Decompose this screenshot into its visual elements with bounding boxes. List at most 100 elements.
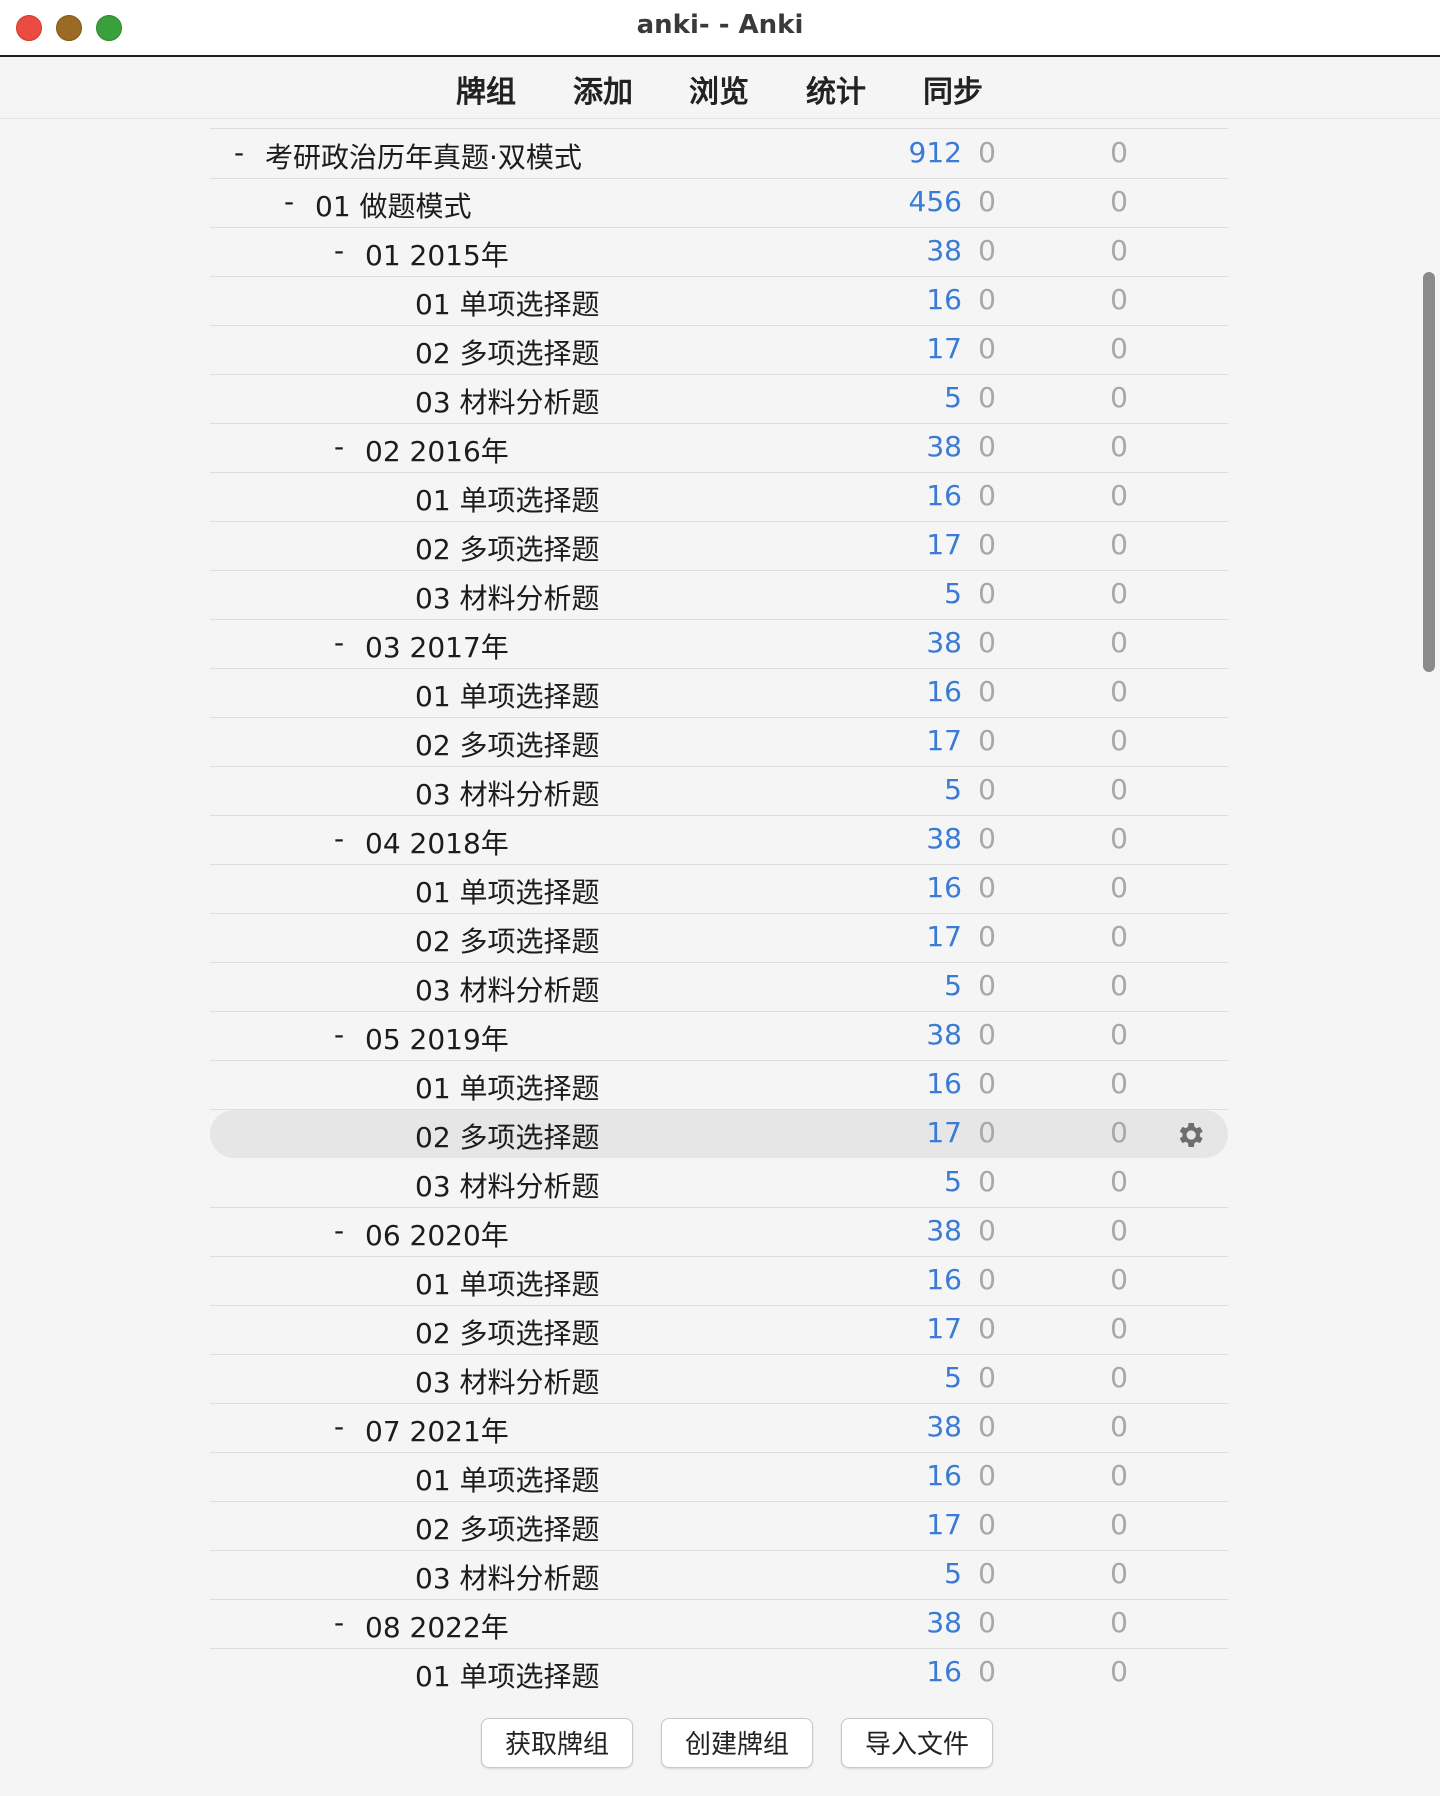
deck-row[interactable]: 02 多项选择题 17 0 0 bbox=[210, 718, 1228, 767]
import-file-button[interactable]: 导入文件 bbox=[841, 1718, 993, 1768]
collapse-toggle[interactable]: - bbox=[334, 1214, 344, 1247]
deck-list: - 考研政治历年真题·双模式 912 0 0-01 做题模式 456 0 0-01 2015年… bbox=[0, 118, 1400, 1690]
deck-name[interactable]: 02 2016年 bbox=[365, 430, 509, 470]
deck-name[interactable]: 01 单项选择题 bbox=[415, 675, 600, 715]
deck-row[interactable]: - 考研政治历年真题·双模式 912 0 0 bbox=[210, 130, 1228, 179]
due-count: 0 bbox=[1110, 1606, 1128, 1639]
deck-row[interactable]: 01 单项选择题 16 0 0 bbox=[210, 669, 1228, 718]
deck-name[interactable]: 01 单项选择题 bbox=[415, 1263, 600, 1303]
get-shared-decks-button[interactable]: 获取牌组 bbox=[481, 1718, 633, 1768]
deck-row[interactable]: -02 2016年 38 0 0 bbox=[210, 424, 1228, 473]
deck-name[interactable]: 考研政治历年真题·双模式 bbox=[265, 136, 582, 176]
learn-count: 0 bbox=[978, 675, 996, 708]
deck-name[interactable]: 01 2015年 bbox=[365, 234, 509, 274]
deck-row[interactable]: -03 2017年 38 0 0 bbox=[210, 620, 1228, 669]
deck-row[interactable]: 01 单项选择题 16 0 0 bbox=[210, 1061, 1228, 1110]
deck-name[interactable]: 04 2018年 bbox=[365, 822, 509, 862]
deck-row[interactable]: 01 单项选择题 16 0 0 bbox=[210, 1649, 1228, 1690]
deck-name[interactable]: 03 2017年 bbox=[365, 626, 509, 666]
deck-row[interactable]: 03 材料分析题 5 0 0 bbox=[210, 963, 1228, 1012]
deck-name[interactable]: 01 单项选择题 bbox=[415, 1459, 600, 1499]
due-count: 0 bbox=[1110, 1067, 1128, 1100]
deck-name[interactable]: 01 单项选择题 bbox=[415, 1067, 600, 1107]
deck-row[interactable]: 02 多项选择题 17 0 0 bbox=[210, 326, 1228, 375]
deck-row[interactable]: 02 多项选择题 17 0 0 bbox=[210, 522, 1228, 571]
deck-name[interactable]: 02 多项选择题 bbox=[415, 920, 600, 960]
collapse-toggle[interactable]: - bbox=[334, 1410, 344, 1443]
toolbar-decks[interactable]: 牌组 bbox=[456, 67, 516, 111]
collapse-toggle[interactable]: - bbox=[334, 1018, 344, 1051]
deck-name[interactable]: 03 材料分析题 bbox=[415, 773, 600, 813]
collapse-toggle[interactable]: - bbox=[334, 822, 344, 855]
deck-row[interactable]: 02 多项选择题 17 0 0 bbox=[210, 1110, 1228, 1158]
deck-row[interactable]: 02 多项选择题 17 0 0 bbox=[210, 914, 1228, 963]
learn-count: 0 bbox=[978, 1263, 996, 1296]
deck-row[interactable]: 01 单项选择题 16 0 0 bbox=[210, 865, 1228, 914]
deck-name[interactable]: 03 材料分析题 bbox=[415, 969, 600, 1009]
deck-row[interactable]: 03 材料分析题 5 0 0 bbox=[210, 1159, 1228, 1208]
deck-row[interactable]: 02 多项选择题 17 0 0 bbox=[210, 1502, 1228, 1551]
deck-row[interactable]: 01 单项选择题 16 0 0 bbox=[210, 277, 1228, 326]
deck-row[interactable]: 03 材料分析题 5 0 0 bbox=[210, 767, 1228, 816]
deck-row[interactable]: -04 2018年 38 0 0 bbox=[210, 816, 1228, 865]
title-bar: anki- - Anki bbox=[0, 0, 1440, 57]
collapse-toggle[interactable]: - bbox=[334, 1606, 344, 1639]
deck-row[interactable]: -05 2019年 38 0 0 bbox=[210, 1012, 1228, 1061]
deck-row[interactable]: 01 单项选择题 16 0 0 bbox=[210, 473, 1228, 522]
deck-row[interactable]: 01 单项选择题 16 0 0 bbox=[210, 1257, 1228, 1306]
deck-name[interactable]: 03 材料分析题 bbox=[415, 577, 600, 617]
deck-name[interactable]: 01 做题模式 bbox=[315, 185, 472, 225]
learn-count: 0 bbox=[978, 1214, 996, 1247]
deck-row[interactable]: 01 单项选择题 16 0 0 bbox=[210, 1453, 1228, 1502]
deck-name[interactable]: 02 多项选择题 bbox=[415, 1116, 600, 1156]
deck-row[interactable]: 03 材料分析题 5 0 0 bbox=[210, 375, 1228, 424]
due-count: 0 bbox=[1110, 283, 1128, 316]
gear-icon[interactable] bbox=[1174, 1119, 1206, 1151]
deck-name[interactable]: 05 2019年 bbox=[365, 1018, 509, 1058]
deck-name[interactable]: 07 2021年 bbox=[365, 1410, 509, 1450]
create-deck-button[interactable]: 创建牌组 bbox=[661, 1718, 813, 1768]
deck-name[interactable]: 08 2022年 bbox=[365, 1606, 509, 1646]
scrollbar-thumb[interactable] bbox=[1423, 272, 1435, 672]
collapse-toggle[interactable]: - bbox=[334, 234, 344, 267]
deck-name[interactable]: 03 材料分析题 bbox=[415, 1557, 600, 1597]
due-count: 0 bbox=[1110, 1410, 1128, 1443]
learn-count: 0 bbox=[978, 1459, 996, 1492]
deck-row[interactable]: -08 2022年 38 0 0 bbox=[210, 1600, 1228, 1649]
deck-row[interactable]: -01 2015年 38 0 0 bbox=[210, 228, 1228, 277]
deck-name[interactable]: 01 单项选择题 bbox=[415, 871, 600, 911]
toolbar-add[interactable]: 添加 bbox=[573, 67, 633, 111]
deck-name[interactable]: 03 材料分析题 bbox=[415, 1361, 600, 1401]
deck-row[interactable]: 03 材料分析题 5 0 0 bbox=[210, 1551, 1228, 1600]
deck-name[interactable]: 06 2020年 bbox=[365, 1214, 509, 1254]
deck-name[interactable]: 03 材料分析题 bbox=[415, 381, 600, 421]
learn-count: 0 bbox=[978, 528, 996, 561]
deck-name[interactable]: 01 单项选择题 bbox=[415, 479, 600, 519]
toolbar-stats[interactable]: 统计 bbox=[806, 67, 866, 111]
due-count: 0 bbox=[1110, 1214, 1128, 1247]
due-count: 0 bbox=[1110, 724, 1128, 757]
collapse-toggle[interactable]: - bbox=[334, 626, 344, 659]
collapse-toggle[interactable]: - bbox=[284, 185, 294, 218]
learn-count: 0 bbox=[978, 430, 996, 463]
deck-row[interactable]: 03 材料分析题 5 0 0 bbox=[210, 571, 1228, 620]
deck-name[interactable]: 02 多项选择题 bbox=[415, 1312, 600, 1352]
toolbar-sync[interactable]: 同步 bbox=[923, 67, 983, 111]
toolbar-browse[interactable]: 浏览 bbox=[689, 67, 749, 111]
deck-row[interactable]: -07 2021年 38 0 0 bbox=[210, 1404, 1228, 1453]
due-count: 0 bbox=[1110, 1459, 1128, 1492]
learn-count: 0 bbox=[978, 1557, 996, 1590]
deck-name[interactable]: 03 材料分析题 bbox=[415, 1165, 600, 1205]
deck-row[interactable]: 03 材料分析题 5 0 0 bbox=[210, 1355, 1228, 1404]
deck-name[interactable]: 02 多项选择题 bbox=[415, 332, 600, 372]
deck-name[interactable]: 02 多项选择题 bbox=[415, 724, 600, 764]
collapse-toggle[interactable]: - bbox=[234, 136, 244, 169]
deck-name[interactable]: 01 单项选择题 bbox=[415, 1655, 600, 1690]
deck-row[interactable]: -01 做题模式 456 0 0 bbox=[210, 179, 1228, 228]
deck-row[interactable]: 02 多项选择题 17 0 0 bbox=[210, 1306, 1228, 1355]
deck-name[interactable]: 01 单项选择题 bbox=[415, 283, 600, 323]
deck-row[interactable]: -06 2020年 38 0 0 bbox=[210, 1208, 1228, 1257]
collapse-toggle[interactable]: - bbox=[334, 430, 344, 463]
deck-name[interactable]: 02 多项选择题 bbox=[415, 528, 600, 568]
deck-name[interactable]: 02 多项选择题 bbox=[415, 1508, 600, 1548]
